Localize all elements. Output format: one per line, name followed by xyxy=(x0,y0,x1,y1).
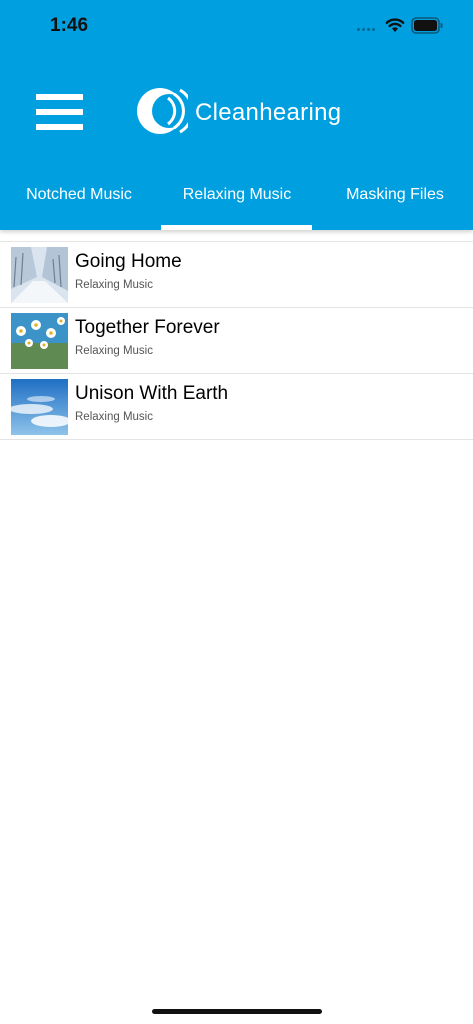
daisies-sky-thumbnail xyxy=(11,313,68,369)
tab-label: Masking Files xyxy=(346,186,444,203)
track-category: Relaxing Music xyxy=(75,411,153,423)
tab-masking-files[interactable]: Masking Files xyxy=(316,182,473,230)
tab-bar: Notched Music Relaxing Music Masking Fil… xyxy=(0,182,473,230)
track-category: Relaxing Music xyxy=(75,345,153,357)
snowy-tree-path-thumbnail xyxy=(11,247,68,303)
tab-relaxing-music[interactable]: Relaxing Music xyxy=(158,182,316,230)
status-time: 1:46 xyxy=(50,15,89,36)
tab-label: Notched Music xyxy=(26,186,132,203)
cellular-signal-icon xyxy=(357,28,375,31)
hamburger-menu-icon[interactable] xyxy=(36,94,83,130)
track-row-going-home[interactable]: Going Home Relaxing Music xyxy=(0,242,473,308)
track-list: Going Home Relaxing Music Together Forev… xyxy=(0,241,473,440)
track-category: Relaxing Music xyxy=(75,279,153,291)
selected-tab-indicator xyxy=(161,225,312,230)
track-title: Going Home xyxy=(75,251,182,272)
tab-label: Relaxing Music xyxy=(182,186,292,203)
blue-sky-clouds-thumbnail xyxy=(11,379,68,435)
tab-notched-music[interactable]: Notched Music xyxy=(0,182,158,230)
wifi-icon xyxy=(385,18,405,32)
track-title: Together Forever xyxy=(75,317,220,338)
track-title: Unison With Earth xyxy=(75,383,229,404)
app-header: 1:46 Cleanhearing Notched Music Relaxing… xyxy=(0,0,473,230)
track-row-together-forever[interactable]: Together Forever Relaxing Music xyxy=(0,308,473,374)
battery-icon xyxy=(411,17,443,34)
track-row-unison-with-earth[interactable]: Unison With Earth Relaxing Music xyxy=(0,374,473,440)
brand-name: Cleanhearing xyxy=(195,99,342,126)
home-indicator[interactable] xyxy=(152,1009,322,1014)
cleanhearing-logo-icon xyxy=(137,88,188,134)
